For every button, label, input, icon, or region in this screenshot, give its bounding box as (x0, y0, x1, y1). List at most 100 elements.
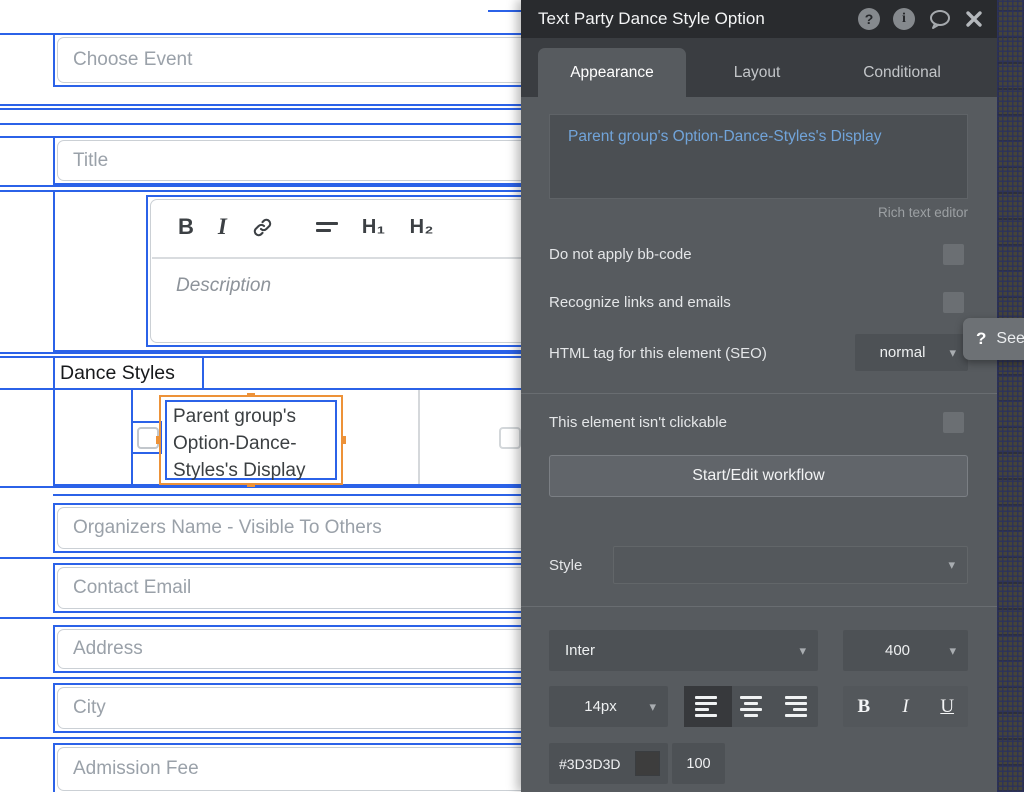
opacity-input[interactable]: 100 (672, 743, 725, 784)
choose-event-input[interactable]: Choose Event (57, 37, 531, 83)
address-input[interactable]: Address (57, 629, 531, 669)
group-outline (0, 108, 521, 110)
resize-handle-left[interactable] (156, 436, 161, 444)
dropdown-value: Inter (565, 642, 596, 659)
property-editor-panel: Text Party Dance Style Option ? i Appear… (521, 0, 997, 792)
group-outline (0, 352, 521, 354)
page-canvas[interactable]: Choose Event Title B I H₁ H₂ Description… (0, 0, 534, 792)
description-editor[interactable]: B I H₁ H₂ Description (146, 195, 534, 347)
cell-divider (418, 390, 420, 484)
font-family-dropdown[interactable]: Inter ▾ (549, 630, 818, 671)
dropdown-value: 14px (584, 698, 617, 715)
resize-handle-top[interactable] (247, 393, 255, 397)
font-size-dropdown[interactable]: 14px ▾ (549, 686, 668, 727)
selected-text-element[interactable]: Parent group's Option-Dance-Styles's Dis… (156, 393, 346, 487)
description-group[interactable]: B I H₁ H₂ Description (53, 190, 534, 352)
seo-tag-dropdown[interactable]: normal ▾ (855, 334, 968, 371)
bb-code-checkbox[interactable] (943, 244, 964, 265)
italic-icon[interactable]: I (218, 214, 227, 240)
bold-icon[interactable]: B (178, 214, 194, 240)
group-outline (0, 185, 521, 187)
text-style-group: B I U (843, 686, 968, 727)
align-center-button[interactable] (732, 686, 769, 727)
dance-style-checkbox[interactable] (499, 427, 521, 449)
tab-conditional[interactable]: Conditional (828, 48, 976, 97)
panel-title-bar[interactable]: Text Party Dance Style Option ? i (521, 0, 997, 38)
tab-label: Conditional (863, 63, 941, 81)
group-outline (0, 123, 521, 125)
panel-title: Text Party Dance Style Option (538, 9, 765, 28)
placeholder-text: Title (73, 149, 109, 171)
close-icon[interactable] (965, 10, 983, 28)
group-outline (0, 486, 521, 488)
title-input[interactable]: Title (57, 140, 531, 181)
resize-handle-right[interactable] (341, 436, 346, 444)
button-label: Start/Edit workflow (692, 467, 825, 484)
recognize-links-checkbox[interactable] (943, 292, 964, 313)
bb-code-label: Do not apply bb-code (549, 246, 692, 263)
group-outline (0, 677, 521, 679)
bold-button[interactable]: B (843, 686, 885, 727)
dance-styles-label[interactable]: Dance Styles (53, 356, 204, 390)
chevron-down-icon: ▾ (649, 698, 656, 714)
panel-tab-bar: Appearance Layout Conditional (521, 38, 997, 97)
rich-text-toolbar: B I H₁ H₂ (148, 197, 524, 257)
info-icon[interactable]: i (893, 8, 915, 30)
underline-button[interactable]: U (926, 686, 968, 727)
align-left-button[interactable] (684, 686, 733, 727)
link-icon[interactable] (251, 216, 274, 239)
text-expression-editor[interactable]: Parent group's Option-Dance-Styles's Dis… (549, 114, 968, 199)
group-outline (53, 494, 521, 496)
placeholder-text: Organizers Name - Visible To Others (73, 517, 382, 538)
font-weight-dropdown[interactable]: 400 ▾ (843, 630, 968, 671)
title-element[interactable]: Title (53, 136, 531, 185)
placeholder-text: Contact Email (73, 577, 192, 598)
question-icon: ? (976, 329, 987, 348)
bubble-editor-screen: Choose Event Title B I H₁ H₂ Description… (0, 0, 1024, 792)
heading2-icon[interactable]: H₂ (410, 216, 434, 239)
organizers-name-element[interactable]: Organizers Name - Visible To Others (53, 503, 531, 553)
admission-fee-input[interactable]: Admission Fee (57, 747, 531, 791)
color-swatch[interactable] (635, 751, 660, 776)
rich-text-editor-link[interactable]: Rich text editor (878, 205, 968, 220)
dropdown-value: normal (879, 344, 926, 361)
italic-button[interactable]: I (885, 686, 927, 727)
group-outline (0, 104, 521, 106)
city-element[interactable]: City (53, 683, 531, 733)
placeholder-text: City (73, 697, 106, 718)
editor-background-grid (997, 0, 1024, 792)
address-element[interactable]: Address (53, 625, 531, 673)
font-color-input[interactable]: #3D3D3D (549, 743, 668, 784)
contact-email-element[interactable]: Contact Email (53, 563, 531, 613)
placeholder-text: Admission Fee (73, 758, 199, 779)
help-icon[interactable]: ? (858, 8, 880, 30)
seo-tag-label: HTML tag for this element (SEO) (549, 345, 767, 362)
color-hex-value: #3D3D3D (559, 755, 621, 772)
toolbar-divider (152, 257, 524, 259)
comment-icon[interactable] (928, 8, 952, 30)
text-element-content[interactable]: Parent group's Option-Dance-Styles's Dis… (165, 400, 337, 481)
admission-fee-element[interactable]: Admission Fee (53, 743, 531, 792)
group-outline (0, 737, 521, 739)
section-divider (521, 606, 997, 607)
dance-styles-repeating-group[interactable]: Parent group's Option-Dance-Styles's Dis… (53, 388, 523, 487)
choose-event-element[interactable]: Choose Event (53, 33, 531, 87)
chevron-down-icon: ▾ (799, 642, 806, 658)
section-divider (521, 393, 997, 394)
group-outline (0, 617, 521, 619)
not-clickable-label: This element isn't clickable (549, 414, 727, 431)
see-reference-tooltip[interactable]: ? See (963, 318, 1024, 360)
align-icon[interactable] (315, 222, 338, 232)
heading1-icon[interactable]: H₁ (362, 216, 386, 239)
tab-label: Layout (733, 63, 781, 81)
placeholder-text: Choose Event (73, 49, 193, 70)
tab-appearance[interactable]: Appearance (538, 48, 686, 97)
contact-email-input[interactable]: Contact Email (57, 567, 531, 609)
style-dropdown[interactable]: ▾ (613, 546, 968, 584)
organizers-name-input[interactable]: Organizers Name - Visible To Others (57, 507, 531, 549)
start-edit-workflow-button[interactable]: Start/Edit workflow (549, 455, 968, 497)
align-right-button[interactable] (770, 686, 818, 727)
tab-layout[interactable]: Layout (686, 48, 828, 97)
city-input[interactable]: City (57, 687, 531, 729)
not-clickable-checkbox[interactable] (943, 412, 964, 433)
